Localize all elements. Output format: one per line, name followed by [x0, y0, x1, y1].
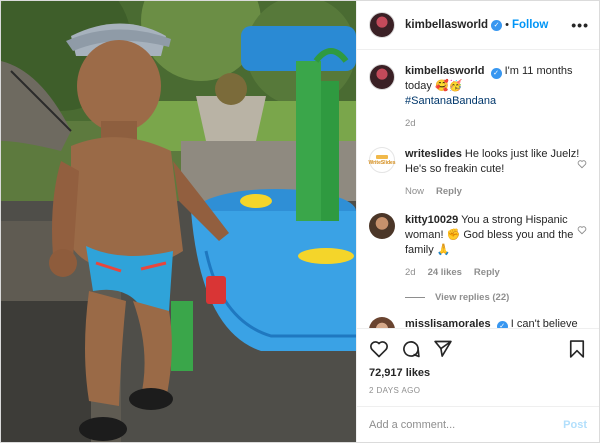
- add-comment-bar: Post: [357, 406, 599, 442]
- follow-button[interactable]: Follow: [512, 19, 548, 31]
- comment-body: writeslides He looks just like Juelz! He…: [405, 147, 583, 199]
- caption: kimbellasworld ✓ I'm 11 months today 🥰🥳 …: [369, 64, 587, 131]
- avatar[interactable]: [369, 317, 395, 328]
- like-count[interactable]: 72,917 likes: [369, 367, 587, 379]
- avatar[interactable]: [369, 12, 395, 38]
- comment-item: misslisamorales ✓ I can't believe it !: [369, 317, 587, 328]
- action-icons: [369, 337, 587, 361]
- comment-meta: Now Reply: [405, 184, 583, 199]
- comments-list[interactable]: kimbellasworld ✓ I'm 11 months today 🥰🥳 …: [357, 50, 599, 328]
- comment-body: kitty10029 You a strong Hispanic woman! …: [405, 213, 583, 280]
- post-header: kimbellasworld ✓ • Follow •••: [357, 1, 599, 50]
- post-actions: 72,917 likes 2 DAYS AGO: [357, 328, 599, 406]
- view-replies-label: View replies (22): [435, 292, 510, 303]
- post-button[interactable]: Post: [563, 419, 587, 431]
- view-replies-button[interactable]: View replies (22): [405, 292, 587, 303]
- comment-username[interactable]: kitty10029: [405, 214, 458, 226]
- comment-input[interactable]: [369, 418, 564, 431]
- avatar[interactable]: WriteSlides: [368, 147, 396, 173]
- more-icon[interactable]: •••: [571, 17, 589, 33]
- comment-username[interactable]: misslisamorales: [405, 318, 491, 328]
- comment-item: WriteSlides writeslides He looks just li…: [368, 147, 587, 199]
- comment-body: misslisamorales ✓ I can't believe it !: [405, 317, 583, 328]
- comment-like-heart-icon[interactable]: [577, 159, 587, 169]
- reply-button[interactable]: Reply: [474, 267, 500, 278]
- avatar[interactable]: [369, 64, 395, 90]
- header-separator: •: [505, 19, 509, 31]
- avatar-logo-text: WriteSlides: [368, 159, 396, 166]
- instagram-post: kimbellasworld ✓ • Follow ••• kimbellasw…: [0, 0, 600, 443]
- caption-time[interactable]: 2d: [405, 118, 416, 129]
- comment-likes[interactable]: 24 likes: [428, 267, 462, 278]
- reply-button[interactable]: Reply: [436, 186, 462, 197]
- comment-username[interactable]: writeslides: [405, 148, 462, 160]
- caption-hashtag[interactable]: #SantanaBandana: [405, 95, 496, 107]
- comment-icon[interactable]: [401, 339, 421, 359]
- comment-time[interactable]: Now: [405, 186, 424, 197]
- avatar[interactable]: [369, 213, 395, 239]
- share-icon[interactable]: [433, 339, 453, 359]
- view-replies-line: [405, 297, 425, 298]
- verified-icon: ✓: [490, 68, 502, 79]
- save-icon[interactable]: [567, 339, 587, 359]
- header-username[interactable]: kimbellasworld: [405, 19, 488, 31]
- comment-like-heart-icon[interactable]: [577, 225, 587, 235]
- post-photo-illustration: [1, 1, 356, 442]
- verified-icon: ✓: [496, 321, 508, 328]
- comment-meta: 2d 24 likes Reply: [405, 265, 583, 280]
- verified-icon: ✓: [491, 19, 503, 31]
- heart-icon[interactable]: [369, 339, 389, 359]
- post-timestamp[interactable]: 2 DAYS AGO: [369, 386, 587, 395]
- caption-body: kimbellasworld ✓ I'm 11 months today 🥰🥳 …: [405, 64, 583, 131]
- avatar-logo-bar: [376, 154, 388, 159]
- caption-meta: 2d: [405, 116, 583, 131]
- post-photo[interactable]: [1, 1, 356, 442]
- post-side-panel: kimbellasworld ✓ • Follow ••• kimbellasw…: [356, 1, 599, 442]
- comment-time[interactable]: 2d: [405, 267, 416, 278]
- caption-username[interactable]: kimbellasworld: [405, 65, 484, 77]
- comment-item: kitty10029 You a strong Hispanic woman! …: [369, 213, 587, 280]
